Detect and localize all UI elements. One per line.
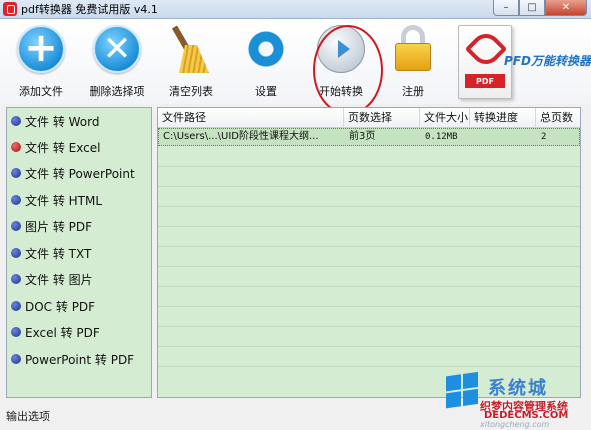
conversion-item[interactable]: 文件 转 Excel [7,135,151,159]
row-divider [158,166,580,167]
conversion-item[interactable]: 图片 转 PDF [7,214,151,238]
conversion-label: 图片 转 PDF [25,219,93,234]
conversion-label: 文件 转 Excel [25,140,101,155]
settings-label: 设置 [255,85,277,98]
watermark: 系统城 织梦内容管理系统 DEDECMS.COM xitongcheng.com [440,371,591,430]
conversion-label: DOC 转 PDF [25,299,96,314]
acrobat-icon [464,27,508,71]
watermark-title: 系统城 [488,378,548,399]
column-header-page-select[interactable]: 页数选择 [344,108,420,128]
radio-bullet-icon [11,354,21,364]
row-divider [158,306,580,307]
column-header-file-size[interactable]: 文件大小 [420,108,470,128]
register-button[interactable]: 注册 [376,23,450,101]
remove-x-icon: ✕ [93,25,141,73]
conversion-label: 文件 转 TXT [25,246,92,261]
conversion-item[interactable]: DOC 转 PDF [7,294,151,318]
lock-icon [387,23,439,75]
settings-button[interactable]: 设置 [229,23,303,101]
column-header-progress[interactable]: 转换进度 [470,108,536,128]
row-divider [158,346,580,347]
conversion-item[interactable]: PowerPoint 转 PDF [7,347,151,371]
maximize-button[interactable]: □ [519,0,545,16]
conversion-item[interactable]: Excel 转 PDF [7,320,151,344]
add-file-label: 添加文件 [19,85,63,98]
brand-name: PFD万能转换器 [504,54,591,68]
conversion-label: 文件 转 图片 [25,272,93,287]
radio-bullet-icon [11,301,21,311]
radio-bullet-icon [11,195,21,205]
clear-list-label: 清空列表 [169,85,213,98]
row-divider [158,186,580,187]
highlight-circle [313,25,383,115]
register-label: 注册 [402,85,424,98]
watermark-url: xitongcheng.com [480,420,550,429]
toolbar: + 添加文件 ✕ 删除选择项 清空列表 设置 开始转换 注册 PDF PFD万能… [0,19,591,115]
output-options-label[interactable]: 输出选项 [6,408,50,424]
windows-logo-icon [446,371,480,411]
add-file-button[interactable]: + 添加文件 [4,23,78,101]
row-divider [158,326,580,327]
row-divider [158,286,580,287]
pdf-tag: PDF [465,74,505,88]
broom-icon [165,23,217,75]
radio-bullet-icon [11,274,21,284]
radio-bullet-icon [11,327,21,337]
cell-path: C:\Users\...\UID阶段性课程大纲... [163,131,319,142]
radio-bullet-selected-icon [11,142,21,152]
cell-file-size: 0.12MB [425,132,458,142]
file-table: 文件路径 页数选择 文件大小 转换进度 总页数 C:\Users\...\UID… [157,107,581,398]
cell-page-select[interactable]: 前3页 [345,129,421,145]
column-header-total-pages[interactable]: 总页数 [536,108,580,128]
conversion-item[interactable]: 文件 转 Word [7,109,151,133]
row-divider [158,246,580,247]
minimize-button[interactable]: – [493,0,519,16]
cell-progress [471,129,537,145]
conversion-item[interactable]: 文件 转 TXT [7,241,151,265]
conversion-label: 文件 转 Word [25,114,100,129]
row-divider [158,366,580,367]
title-bar: pdf转换器 免费试用版 v4.1 – □ ✕ [0,0,591,19]
radio-bullet-icon [11,168,21,178]
conversion-label: 文件 转 PowerPoint [25,166,135,181]
app-icon [3,2,17,16]
column-header-path[interactable]: 文件路径 [158,108,344,128]
radio-bullet-icon [11,116,21,126]
conversion-item[interactable]: 文件 转 图片 [7,267,151,291]
remove-selected-button[interactable]: ✕ 删除选择项 [80,23,154,101]
table-header: 文件路径 页数选择 文件大小 转换进度 总页数 [158,108,580,128]
row-divider [158,206,580,207]
gear-icon [242,25,290,73]
plus-icon: + [17,25,65,73]
conversion-label: Excel 转 PDF [25,325,100,340]
clear-list-button[interactable]: 清空列表 [154,23,228,101]
remove-selected-label: 删除选择项 [89,85,145,98]
close-button[interactable]: ✕ [545,0,587,16]
table-row[interactable]: C:\Users\...\UID阶段性课程大纲... 前3页 0.12MB 2 [158,128,580,146]
radio-bullet-icon [11,221,21,231]
row-divider [158,226,580,227]
conversion-item[interactable]: 文件 转 PowerPoint [7,161,151,185]
conversion-type-list: 文件 转 Word 文件 转 Excel 文件 转 PowerPoint 文件 … [6,107,152,398]
row-divider [158,266,580,267]
window-title: pdf转换器 免费试用版 v4.1 [21,3,158,16]
cell-total-pages: 2 [541,132,547,142]
conversion-label: PowerPoint 转 PDF [25,352,135,367]
conversion-item[interactable]: 文件 转 HTML [7,188,151,212]
window-controls: – □ ✕ [493,0,587,17]
conversion-label: 文件 转 HTML [25,193,103,208]
radio-bullet-icon [11,248,21,258]
